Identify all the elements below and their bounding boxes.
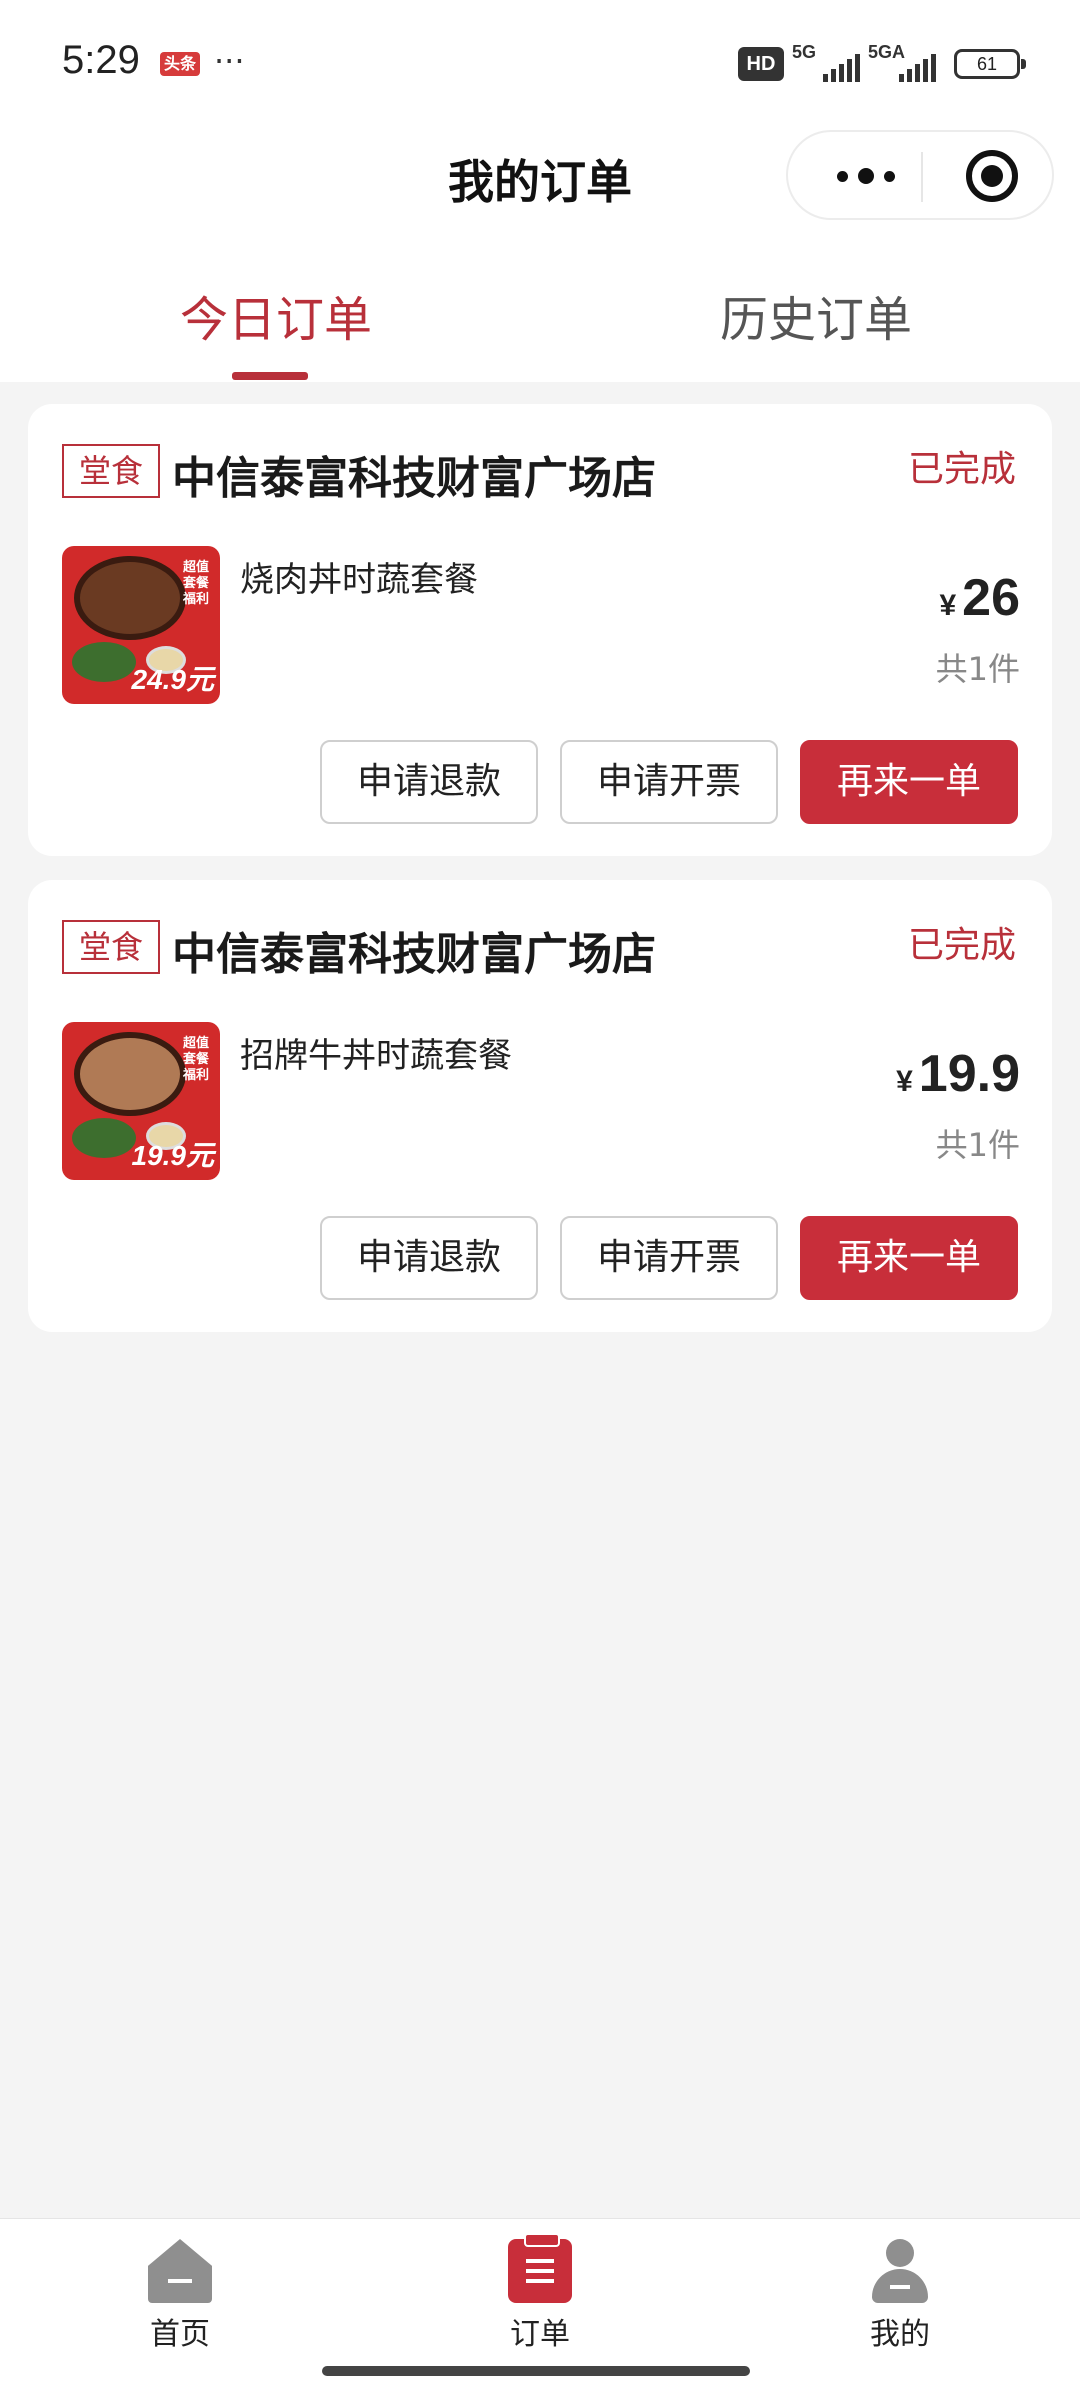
orders-page: 5:29 头条 ··· HD 5G 5GA 61 我的订单 今日订单 历史订单 bbox=[0, 0, 1080, 2400]
home-indicator[interactable] bbox=[322, 2366, 750, 2376]
more-notifications-icon: ··· bbox=[214, 42, 245, 80]
nav-home[interactable]: 首页 bbox=[90, 2239, 270, 2353]
thumb-promo-text: 超值套餐 福利 bbox=[182, 1036, 209, 1083]
vegetable-side-graphic bbox=[72, 1118, 136, 1158]
order-card[interactable]: 堂食 中信泰富科技财富广场店 已完成 超值套餐 福利 19.9元 招牌牛丼时蔬套… bbox=[28, 880, 1052, 1332]
close-miniprogram-icon[interactable] bbox=[966, 150, 1018, 202]
dish-image: 超值套餐 福利 24.9元 bbox=[62, 546, 220, 704]
orders-icon bbox=[508, 2233, 572, 2303]
status-indicators: HD 5G 5GA 61 bbox=[738, 42, 1026, 86]
currency-symbol: ¥ bbox=[896, 1065, 913, 1098]
order-status: 已完成 bbox=[907, 925, 1016, 966]
miniprogram-capsule bbox=[786, 130, 1054, 220]
dine-in-badge: 堂食 bbox=[62, 920, 160, 974]
price-value: 26 bbox=[962, 569, 1020, 627]
invoice-button[interactable]: 申请开票 bbox=[560, 740, 778, 824]
item-count: 共1件 bbox=[935, 650, 1020, 688]
store-name: 中信泰富科技财富广场店 bbox=[172, 929, 656, 980]
store-name: 中信泰富科技财富广场店 bbox=[172, 453, 656, 504]
order-price: ¥26 bbox=[939, 568, 1020, 628]
signal-5g-icon: 5G bbox=[792, 42, 860, 86]
nav-profile[interactable]: 我的 bbox=[810, 2239, 990, 2353]
thumb-price-tag: 24.9元 bbox=[131, 664, 215, 695]
more-options-icon[interactable] bbox=[824, 154, 908, 198]
invoice-button[interactable]: 申请开票 bbox=[560, 1216, 778, 1300]
reorder-button[interactable]: 再来一单 bbox=[800, 740, 1018, 824]
dish-name: 烧肉丼时蔬套餐 bbox=[240, 560, 478, 600]
hd-voice-icon: HD bbox=[738, 47, 784, 81]
title-bar: 我的订单 bbox=[0, 120, 1080, 230]
status-time: 5:29 bbox=[62, 38, 140, 82]
order-card[interactable]: 堂食 中信泰富科技财富广场店 已完成 超值套餐 福利 24.9元 烧肉丼时蔬套餐… bbox=[28, 404, 1052, 856]
currency-symbol: ¥ bbox=[939, 589, 957, 622]
thumb-price-tag: 19.9元 bbox=[131, 1140, 215, 1171]
nav-home-label: 首页 bbox=[150, 2317, 210, 2352]
capsule-divider bbox=[921, 152, 923, 202]
vegetable-side-graphic bbox=[72, 642, 136, 682]
price-value: 19.9 bbox=[918, 1045, 1020, 1103]
status-bar: 5:29 头条 ··· HD 5G 5GA 61 bbox=[0, 0, 1080, 120]
item-count: 共1件 bbox=[935, 1126, 1020, 1164]
refund-button[interactable]: 申请退款 bbox=[320, 740, 538, 824]
signal-5ga-icon: 5GA bbox=[868, 42, 936, 86]
tab-today-orders[interactable]: 今日订单 bbox=[180, 280, 372, 350]
rice-bowl-graphic bbox=[74, 1032, 186, 1116]
home-icon bbox=[148, 2239, 212, 2303]
battery-icon: 61 bbox=[954, 49, 1026, 79]
profile-icon bbox=[868, 2239, 932, 2303]
active-tab-indicator bbox=[232, 372, 308, 380]
nav-orders[interactable]: 订单 bbox=[450, 2233, 630, 2353]
signal-5g-label: 5G bbox=[792, 42, 817, 62]
rice-bowl-graphic bbox=[74, 556, 186, 640]
tab-history-orders[interactable]: 历史订单 bbox=[720, 280, 912, 350]
nav-orders-label: 订单 bbox=[510, 2317, 570, 2352]
news-app-badge: 头条 bbox=[160, 52, 200, 76]
refund-button[interactable]: 申请退款 bbox=[320, 1216, 538, 1300]
order-tabs: 今日订单 历史订单 bbox=[0, 230, 1080, 382]
reorder-button[interactable]: 再来一单 bbox=[800, 1216, 1018, 1300]
dine-in-badge: 堂食 bbox=[62, 444, 160, 498]
dish-image: 超值套餐 福利 19.9元 bbox=[62, 1022, 220, 1180]
nav-profile-label: 我的 bbox=[870, 2317, 930, 2352]
thumb-promo-text: 超值套餐 福利 bbox=[182, 560, 209, 607]
order-price: ¥19.9 bbox=[896, 1044, 1020, 1104]
dish-name: 招牌牛丼时蔬套餐 bbox=[240, 1036, 512, 1076]
order-status: 已完成 bbox=[907, 449, 1016, 490]
